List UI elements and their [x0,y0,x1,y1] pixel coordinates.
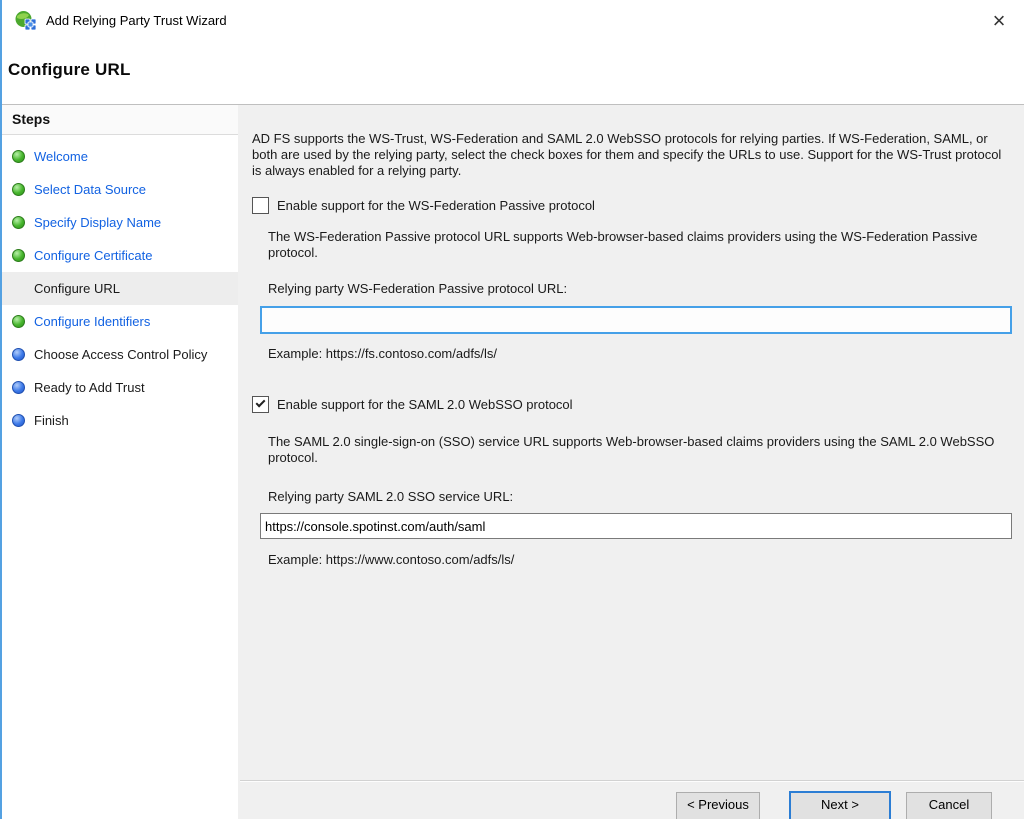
checkmark-icon [256,398,266,408]
sidebar-item-welcome[interactable]: Welcome [2,140,238,173]
step-completed-icon [12,315,25,328]
title-bar: Add Relying Party Trust Wizard × [2,0,1024,44]
previous-button[interactable]: < Previous [676,792,760,819]
adfs-wizard-icon [14,10,38,34]
step-completed-icon [12,216,25,229]
wsfed-url-label: Relying party WS-Federation Passive prot… [268,281,1012,297]
step-completed-icon [12,183,25,196]
saml-checkbox-label[interactable]: Enable support for the SAML 2.0 WebSSO p… [277,396,573,413]
saml-example-text: Example: https://www.contoso.com/adfs/ls… [268,552,1012,568]
wsfed-example-text: Example: https://fs.contoso.com/adfs/ls/ [268,346,1012,362]
step-completed-icon [12,249,25,262]
saml-checkbox-row: Enable support for the SAML 2.0 WebSSO p… [252,396,1012,413]
content-pane: AD FS supports the WS-Trust, WS-Federati… [238,105,1024,819]
sidebar-item-select-data-source[interactable]: Select Data Source [2,173,238,206]
steps-sidebar: Steps Welcome Select Data Source Specify… [2,105,238,819]
sidebar-item-configure-url[interactable]: Configure URL [2,272,238,305]
wizard-window: Add Relying Party Trust Wizard × Configu… [0,0,1024,819]
steps-list: Welcome Select Data Source Specify Displ… [2,135,238,437]
step-upcoming-icon [12,414,25,427]
page-title: Configure URL [8,60,131,80]
sidebar-item-finish: Finish [2,404,238,437]
wsfed-url-input[interactable] [260,306,1012,334]
step-upcoming-icon [12,381,25,394]
steps-header: Steps [2,105,238,135]
footer-divider [240,780,1024,782]
cancel-button[interactable]: Cancel [906,792,992,819]
sidebar-item-specify-display-name[interactable]: Specify Display Name [2,206,238,239]
close-icon[interactable]: × [984,6,1014,36]
sidebar-item-configure-identifiers[interactable]: Configure Identifiers [2,305,238,338]
sidebar-item-configure-certificate[interactable]: Configure Certificate [2,239,238,272]
saml-description: The SAML 2.0 single-sign-on (SSO) servic… [268,434,998,466]
intro-text: AD FS supports the WS-Trust, WS-Federati… [252,131,1012,179]
wsfed-checkbox-label[interactable]: Enable support for the WS-Federation Pas… [277,197,595,214]
saml-url-input[interactable] [260,513,1012,539]
window-title: Add Relying Party Trust Wizard [46,13,227,28]
saml-checkbox-checked[interactable] [252,396,269,413]
step-completed-icon [12,150,25,163]
wsfed-checkbox[interactable] [252,197,269,214]
sidebar-item-ready-to-add-trust: Ready to Add Trust [2,371,238,404]
sidebar-item-choose-access-control-policy: Choose Access Control Policy [2,338,238,371]
wsfed-description: The WS-Federation Passive protocol URL s… [268,229,998,261]
step-upcoming-icon [12,348,25,361]
saml-url-label: Relying party SAML 2.0 SSO service URL: [268,489,1012,505]
step-completed-icon [12,282,25,295]
wsfed-checkbox-row: Enable support for the WS-Federation Pas… [252,197,1012,214]
next-button[interactable]: Next > [789,791,891,819]
